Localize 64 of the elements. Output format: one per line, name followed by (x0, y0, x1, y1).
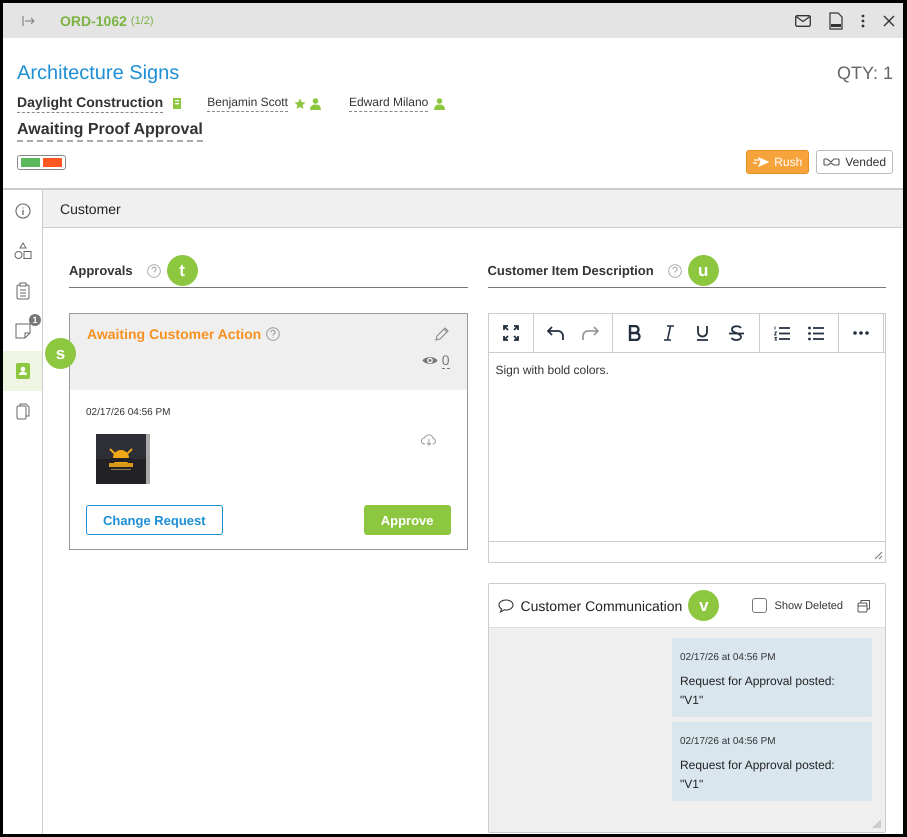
pdf-file-icon[interactable] (829, 12, 843, 30)
strikethrough-icon (729, 325, 744, 341)
italic-icon (664, 325, 674, 341)
bold-icon (628, 325, 641, 341)
sidebar-tab[interactable]: 1 (3, 311, 42, 351)
windows-icon[interactable] (857, 598, 871, 612)
resize-handle-icon[interactable] (874, 551, 883, 560)
color-swatch (17, 154, 66, 170)
speech-bubble-icon (498, 598, 514, 612)
panel-title: Customer Communication (520, 598, 682, 614)
section-header: Customer (43, 190, 903, 228)
rich-text-editor[interactable]: Sign with bold colors. (488, 313, 886, 563)
pencil-icon[interactable] (434, 326, 450, 342)
person-icon (434, 98, 446, 110)
contact-card-icon (16, 363, 30, 379)
fullscreen-icon (502, 325, 518, 341)
quantity: QTY: 1 (836, 63, 893, 84)
item-title: Architecture Signs (17, 62, 180, 85)
order-status[interactable]: Awaiting Proof Approval (17, 121, 203, 142)
close-icon[interactable] (883, 14, 895, 26)
copy-icon (16, 402, 30, 420)
person-icon (310, 98, 321, 110)
cloud-download-icon[interactable] (420, 434, 436, 446)
message-text: Request for Approval posted: "V1" (680, 673, 836, 709)
checkbox[interactable] (752, 598, 766, 613)
undo-icon (546, 325, 564, 341)
clipboard-icon (16, 282, 30, 300)
redo-icon (580, 325, 598, 341)
eye-icon (422, 355, 438, 366)
more-icon (852, 331, 868, 335)
view-count: 0 (442, 352, 450, 369)
approval-status: Awaiting Customer Action (87, 326, 262, 342)
customer-name[interactable]: Daylight Construction (17, 94, 164, 113)
building-icon (173, 98, 182, 109)
marker-badge: s (45, 338, 76, 369)
speed-arrow-icon (753, 157, 770, 167)
more-icon[interactable] (861, 14, 865, 28)
contact-name[interactable]: Edward Milano (348, 95, 428, 112)
note-icon (14, 323, 30, 339)
order-number: ORD-1062 (60, 12, 127, 28)
marker-badge: v (688, 590, 720, 621)
section-title: Approvals (69, 263, 133, 278)
expand-icon[interactable] (22, 14, 36, 26)
vended-tag[interactable]: Vended (816, 150, 893, 174)
description-text: Sign with bold colors. (496, 363, 609, 377)
message-text: Request for Approval posted: "V1" (680, 757, 836, 793)
bullet-list-icon (808, 326, 824, 340)
count-badge: 1 (29, 314, 41, 326)
resize-grip-icon[interactable] (872, 819, 881, 828)
mail-icon[interactable] (795, 14, 811, 26)
change-request-button[interactable]: Change Request (86, 505, 223, 535)
section-title: Customer Item Description (488, 263, 654, 278)
shapes-icon (14, 242, 32, 260)
checkbox-label: Show Deleted (774, 600, 843, 612)
order-count: (1/2) (130, 14, 154, 26)
info-icon (14, 203, 30, 219)
contact-name[interactable]: Benjamin Scott (207, 95, 288, 112)
proof-date: 02/17/26 04:56 PM (86, 407, 172, 418)
underline-icon (696, 325, 709, 341)
message-time: 02/17/26 at 04:56 PM (680, 652, 777, 663)
numbered-list-icon (774, 326, 790, 340)
marker-badge: t (166, 255, 198, 286)
message-time: 02/17/26 at 04:56 PM (680, 736, 777, 748)
marker-badge: u (688, 255, 719, 286)
